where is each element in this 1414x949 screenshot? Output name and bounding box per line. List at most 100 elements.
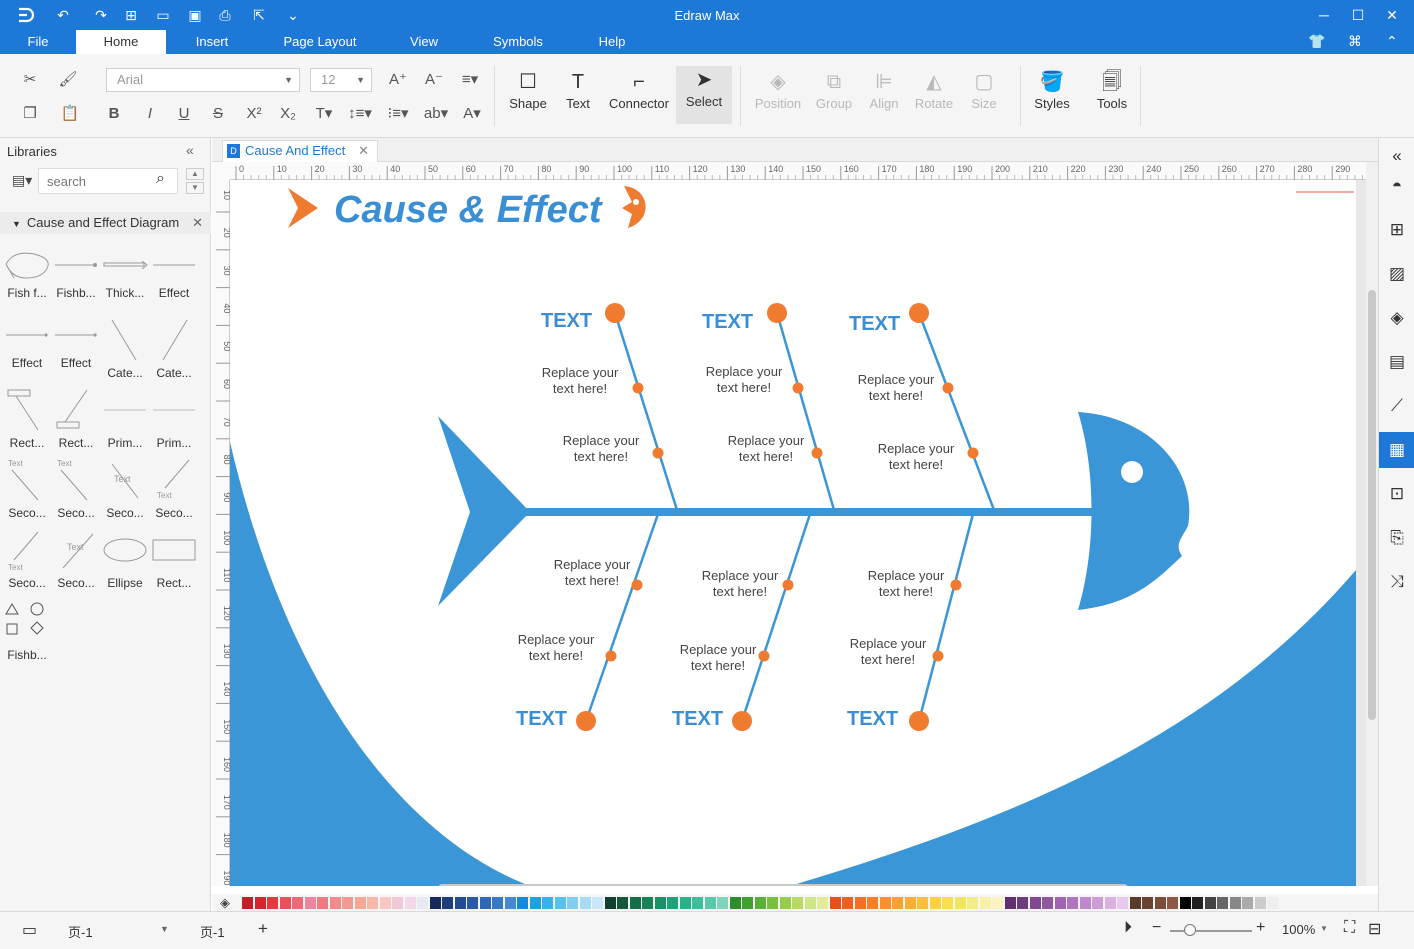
text-align-icon[interactable]: ≡▾ [456,70,484,90]
color-swatch[interactable] [767,897,778,909]
hierarchy-icon[interactable]: ⊡ [1379,476,1414,512]
shuffle-icon[interactable]: ⤨ [1379,564,1414,600]
grow-font-icon[interactable]: A⁺ [386,70,410,90]
menu-file[interactable]: File [14,30,62,54]
color-swatch[interactable] [1179,897,1191,909]
color-swatch[interactable] [717,897,728,909]
italic-icon[interactable]: I [140,104,160,124]
color-swatch[interactable] [517,897,528,909]
table-icon[interactable]: ▦ [1379,432,1414,468]
color-swatch[interactable] [917,897,928,909]
color-swatch[interactable] [1092,897,1103,909]
collapse-ribbon-icon[interactable]: ⌃ [1386,33,1398,50]
color-swatch[interactable] [1129,897,1141,909]
library-shape-rectangle-line[interactable]: Rect... [2,388,52,450]
bullets-icon[interactable]: ⁝≡▾ [384,104,412,124]
color-swatch[interactable] [1154,897,1166,909]
fit-page-icon[interactable]: ⛶ [1344,919,1355,937]
color-swatch[interactable] [1017,897,1028,909]
color-swatch[interactable] [429,897,441,909]
category-label[interactable]: TEXT [702,311,753,333]
shirt-icon[interactable]: 👕 [1308,33,1325,50]
presentation-icon[interactable]: ⎘ [1379,520,1414,556]
paste-icon[interactable]: 📋 [56,104,84,124]
category-label[interactable]: TEXT [672,708,723,730]
drawing-canvas[interactable]: Cause & Effect TEXT TEXT TEXT TEXT TEXT … [230,180,1366,886]
connector-button[interactable]: ⌐ Connector [604,68,674,111]
color-swatch[interactable] [542,897,553,909]
library-shape-fishbone-line[interactable]: Fishb... [51,248,101,300]
close-tab-icon[interactable]: ✕ [358,141,369,161]
text-style-icon[interactable]: T▾ [310,104,338,124]
page-selector[interactable]: 页-1 ▼ [68,922,170,941]
bold-icon[interactable]: B [104,104,124,124]
color-swatch[interactable] [1054,897,1066,909]
library-shape-primary-line[interactable]: Prim... [149,388,199,450]
color-swatch[interactable] [504,897,516,909]
menu-help[interactable]: Help [588,30,636,54]
library-shape-secondary-line[interactable]: Text Seco... [100,458,150,520]
styles-button[interactable]: 🪣 Styles [1024,68,1080,111]
shape-button[interactable]: ☐ Shape [500,68,556,111]
library-shape-category-line[interactable]: Cate... [149,318,199,380]
maximize-icon[interactable]: ☐ [1346,4,1370,26]
color-swatch[interactable] [1042,897,1053,909]
color-swatch[interactable] [1142,897,1153,909]
color-swatch[interactable] [292,897,303,909]
diagram-page[interactable]: Cause & Effect TEXT TEXT TEXT TEXT TEXT … [230,180,1366,886]
color-swatch[interactable] [817,897,828,909]
color-swatch[interactable] [1254,897,1266,909]
color-swatch[interactable] [954,897,966,909]
color-swatch[interactable] [667,897,678,909]
category-label[interactable]: TEXT [516,708,567,730]
color-swatch[interactable] [442,897,453,909]
library-shape-secondary-line[interactable]: Text Seco... [149,458,199,520]
library-shape-primary-line[interactable]: Prim... [100,388,150,450]
position-button[interactable]: ◈ Position [750,68,806,111]
color-swatch[interactable] [742,897,753,909]
select-button[interactable]: ➤ Select [676,66,732,124]
strikethrough-icon[interactable]: S [208,104,228,124]
text-button[interactable]: T Text [550,68,606,111]
zoom-in-icon[interactable]: + [1256,919,1265,937]
zoom-slider[interactable] [1170,930,1252,932]
color-swatch[interactable] [979,897,991,909]
cut-icon[interactable]: ✂ [20,70,40,90]
grid-icon[interactable]: ⊞ [1379,212,1414,248]
superscript-icon[interactable]: X² [242,104,266,124]
color-swatch[interactable] [1242,897,1253,909]
library-shape-secondary-line[interactable]: Text Seco... [51,458,101,520]
close-icon[interactable]: ✕ [1380,4,1404,26]
layers-icon[interactable]: ◈ [1379,300,1414,336]
library-category-header[interactable]: ▼ Cause and Effect Diagram ✕ [0,212,211,234]
color-swatch[interactable] [417,897,428,909]
chevron-down-icon[interactable]: ▼ [1320,924,1328,933]
library-shape-ellipse[interactable]: Ellipse [100,528,150,590]
color-swatch[interactable] [1079,897,1091,909]
library-shape-effect-line[interactable]: Effect [51,318,101,370]
document-tab[interactable]: D Cause And Effect ✕ [222,140,378,162]
color-swatch[interactable] [579,897,591,909]
category-label[interactable]: TEXT [541,310,592,332]
color-swatch[interactable] [642,897,653,909]
vertical-scrollbar-thumb[interactable] [1368,290,1376,720]
color-swatch[interactable] [904,897,916,909]
size-button[interactable]: ▢ Size [956,68,1012,111]
menu-home[interactable]: Home [76,30,166,54]
zoom-level[interactable]: 100% [1282,922,1315,937]
color-swatch[interactable] [854,897,866,909]
color-swatch[interactable] [367,897,378,909]
color-swatch[interactable] [867,897,878,909]
rotate-button[interactable]: ◭ Rotate [906,68,962,111]
color-swatch[interactable] [1067,897,1078,909]
color-swatch[interactable] [329,897,341,909]
color-swatch[interactable] [792,897,803,909]
color-swatch[interactable] [704,897,716,909]
color-swatch[interactable] [804,897,816,909]
scroll-up-icon[interactable]: ▲ [186,168,204,180]
page-tab[interactable]: 页-1 [200,922,225,941]
menu-insert[interactable]: Insert [184,30,240,54]
tools-button[interactable]: 🗐 Tools [1084,68,1140,111]
color-swatch[interactable] [829,897,841,909]
color-swatch[interactable] [267,897,278,909]
